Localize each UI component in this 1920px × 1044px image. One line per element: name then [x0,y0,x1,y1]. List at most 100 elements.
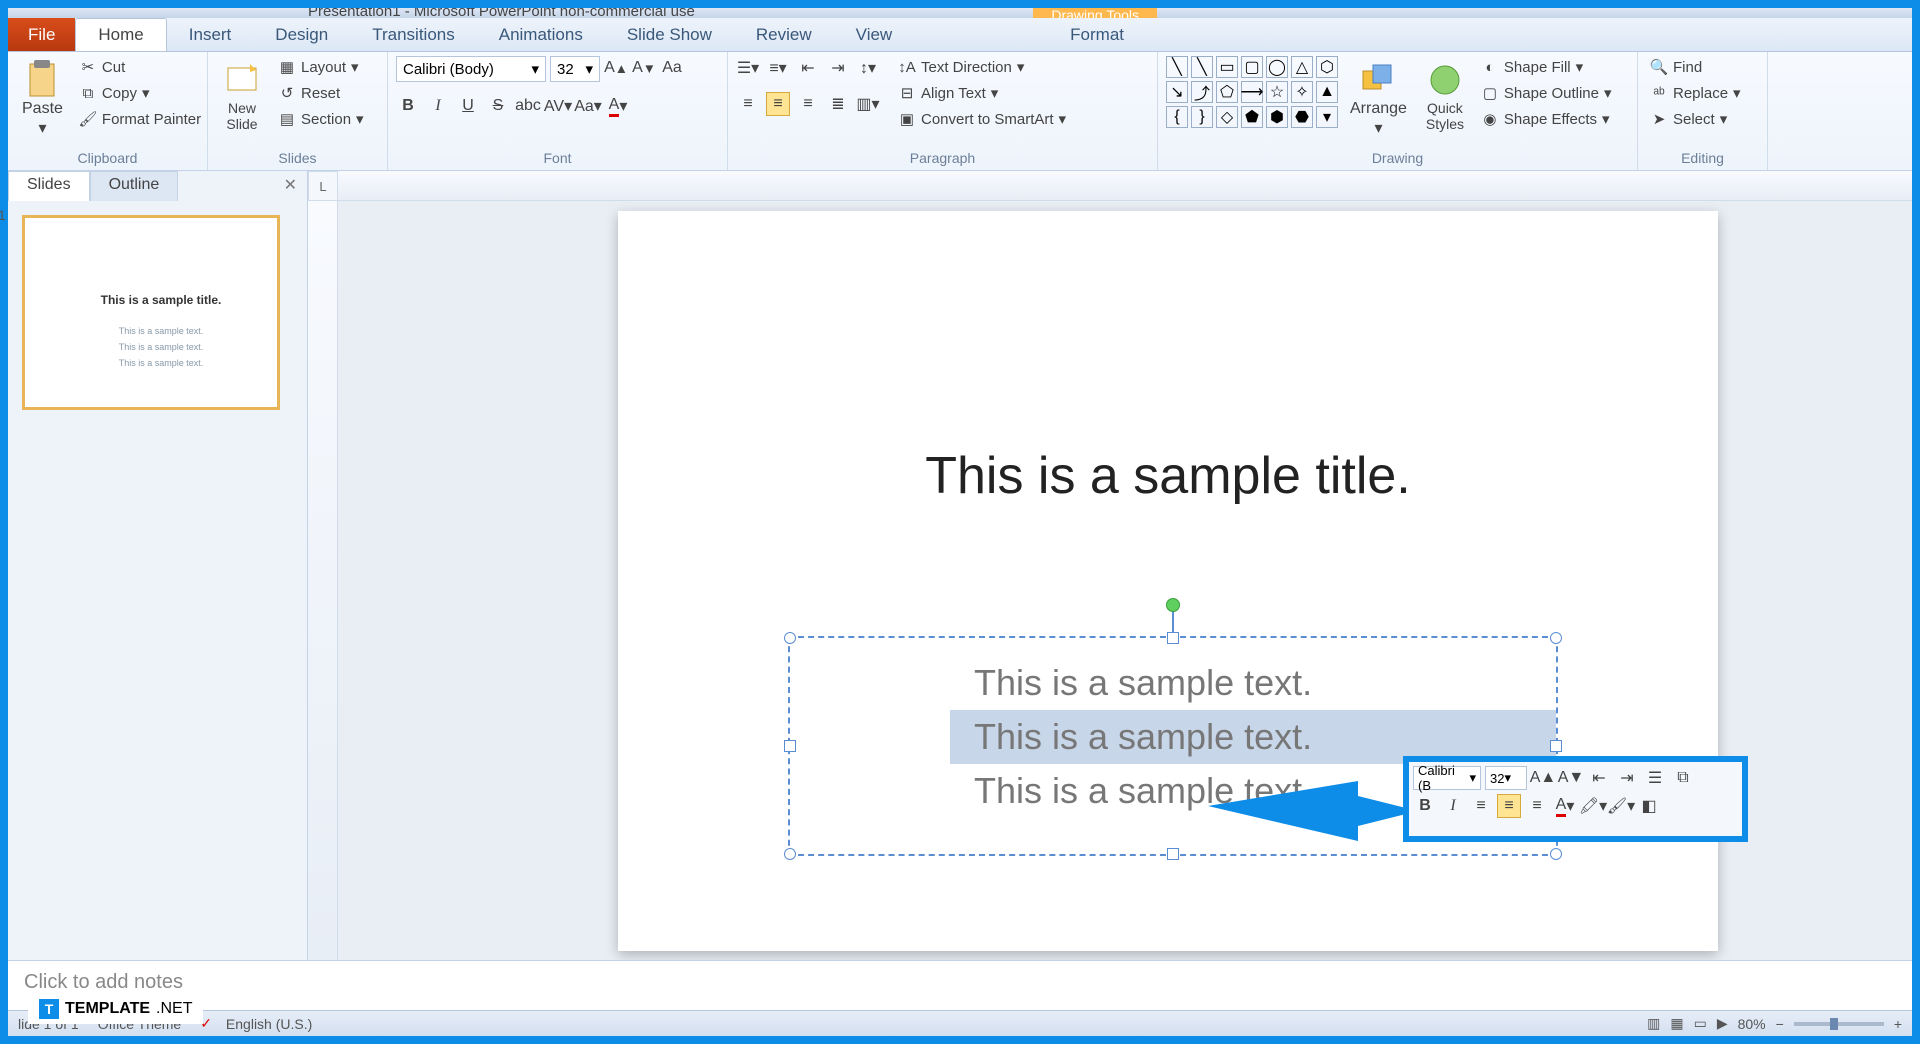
grow-font-button[interactable]: A▲ [604,56,628,80]
shapes-gallery[interactable]: ╲╲▭▢◯△⬡ ↘⤴⬠⟶☆✧▲ {}◇⬟⬢⬣▾ [1166,56,1338,128]
canvas-area[interactable]: This is a sample title. This is [338,201,1912,960]
zoom-in-button[interactable]: + [1894,1016,1902,1032]
clear-formatting-button[interactable]: Aa [660,56,684,80]
slides-panel-tab-outline[interactable]: Outline [90,171,179,201]
font-color-button[interactable]: A▾ [606,94,630,118]
cursor-icon: ➤ [1650,110,1668,128]
layout-button[interactable]: ▦Layout ▾ [274,56,368,78]
shape-outline-button[interactable]: ▢Shape Outline ▾ [1477,82,1616,104]
resize-handle-ne[interactable] [1550,632,1562,644]
font-family-combo[interactable]: Calibri (Body)▾ [396,56,546,82]
status-language[interactable]: English (U.S.) [226,1016,312,1032]
align-text-button[interactable]: ⊟Align Text ▾ [894,82,1070,104]
mini-format-painter[interactable]: 🖌▾ [1609,794,1633,818]
font-size-combo[interactable]: 32▾ [550,56,600,82]
find-button[interactable]: 🔍Find [1646,56,1745,78]
tab-transitions[interactable]: Transitions [350,18,477,51]
mini-clear[interactable]: ◧ [1637,794,1661,818]
line-spacing-button[interactable]: ↕▾ [856,56,880,80]
tab-file[interactable]: File [8,18,75,51]
resize-handle-w[interactable] [784,740,796,752]
columns-button[interactable]: ▥▾ [856,92,880,116]
cut-button[interactable]: ✂Cut [75,56,205,78]
mini-font-combo[interactable]: Calibri (B▾ [1413,766,1481,790]
mini-align-right[interactable]: ≡ [1525,794,1549,818]
arrange-button[interactable]: Arrange▾ [1344,56,1413,142]
change-case-button[interactable]: Aa▾ [576,94,600,118]
paste-button[interactable]: Paste ▾ [16,56,69,142]
view-normal-button[interactable]: ▥ [1647,1015,1660,1032]
mini-italic[interactable]: I [1441,794,1465,818]
section-button[interactable]: ▤Section ▾ [274,108,368,130]
increase-indent-button[interactable]: ⇥ [826,56,850,80]
rotation-handle[interactable] [1166,598,1180,612]
bold-button[interactable]: B [396,94,420,118]
view-sorter-button[interactable]: ▦ [1670,1015,1683,1032]
resize-handle-n[interactable] [1167,632,1179,644]
mini-align-left[interactable]: ≡ [1469,794,1493,818]
mini-size-combo[interactable]: 32▾ [1485,766,1527,790]
character-spacing-button[interactable]: AV▾ [546,94,570,118]
sample-line-1[interactable]: This is a sample text. [950,656,1556,710]
notes-pane[interactable]: Click to add notes [8,960,1912,1010]
underline-button[interactable]: U [456,94,480,118]
resize-handle-sw[interactable] [784,848,796,860]
italic-button[interactable]: I [426,94,450,118]
tab-insert[interactable]: Insert [167,18,254,51]
format-painter-button[interactable]: 🖌Format Painter [75,108,205,130]
view-reading-button[interactable]: ▭ [1694,1015,1707,1032]
tab-animations[interactable]: Animations [477,18,605,51]
mini-highlight[interactable]: 🖍▾ [1581,794,1605,818]
mini-copy[interactable]: ⧉ [1671,766,1695,790]
horizontal-ruler[interactable] [338,171,1912,201]
convert-smartart-button[interactable]: ▣Convert to SmartArt ▾ [894,108,1070,130]
reset-button[interactable]: ↺Reset [274,82,368,104]
mini-bullets[interactable]: ☰ [1643,766,1667,790]
close-panel-button[interactable]: ✕ [274,171,307,201]
resize-handle-se[interactable] [1550,848,1562,860]
tab-home[interactable]: Home [75,18,166,51]
text-direction-button[interactable]: ↕AText Direction ▾ [894,56,1070,78]
mini-grow-font[interactable]: A▲ [1531,766,1555,790]
slide-title-text[interactable]: This is a sample title. [618,446,1718,506]
resize-handle-nw[interactable] [784,632,796,644]
view-slideshow-button[interactable]: ▶ [1717,1015,1728,1032]
select-button[interactable]: ➤Select ▾ [1646,108,1745,130]
mini-align-center[interactable]: ≡ [1497,794,1521,818]
tab-review[interactable]: Review [734,18,834,51]
quick-styles-button[interactable]: Quick Styles [1419,56,1471,136]
shape-effects-button[interactable]: ◉Shape Effects ▾ [1477,108,1616,130]
justify-button[interactable]: ≣ [826,92,850,116]
tab-format[interactable]: Format [1042,18,1152,51]
align-left-button[interactable]: ≡ [736,92,760,116]
numbering-button[interactable]: ≡▾ [766,56,790,80]
mini-increase-indent[interactable]: ⇥ [1615,766,1639,790]
bullets-button[interactable]: ☰▾ [736,56,760,80]
align-right-button[interactable]: ≡ [796,92,820,116]
decrease-indent-button[interactable]: ⇤ [796,56,820,80]
zoom-level[interactable]: 80% [1738,1016,1766,1032]
slides-panel-tab-slides[interactable]: Slides [8,171,90,201]
shrink-font-button[interactable]: A▼ [632,56,656,80]
resize-handle-s[interactable] [1167,848,1179,860]
align-center-button[interactable]: ≡ [766,92,790,116]
tab-view[interactable]: View [834,18,915,51]
resize-handle-e[interactable] [1550,740,1562,752]
slide-thumbnail[interactable]: This is a sample title. This is a sample… [22,215,280,410]
mini-bold[interactable]: B [1413,794,1437,818]
tab-design[interactable]: Design [253,18,350,51]
text-shadow-button[interactable]: abc [516,94,540,118]
copy-button[interactable]: ⧉Copy ▾ [75,82,205,104]
mini-shrink-font[interactable]: A▼ [1559,766,1583,790]
new-slide-button[interactable]: New Slide [216,56,268,136]
mini-font-color[interactable]: A▾ [1553,794,1577,818]
strikethrough-button[interactable]: S [486,94,510,118]
zoom-slider[interactable] [1794,1022,1884,1026]
zoom-out-button[interactable]: − [1776,1016,1784,1032]
vertical-ruler[interactable] [308,201,338,960]
mini-decrease-indent[interactable]: ⇤ [1587,766,1611,790]
tab-slideshow[interactable]: Slide Show [605,18,734,51]
ribbon-tabs: File Home Insert Design Transitions Anim… [8,18,1912,52]
shape-fill-button[interactable]: ◐Shape Fill ▾ [1477,56,1616,78]
replace-button[interactable]: ᵃᵇReplace ▾ [1646,82,1745,104]
